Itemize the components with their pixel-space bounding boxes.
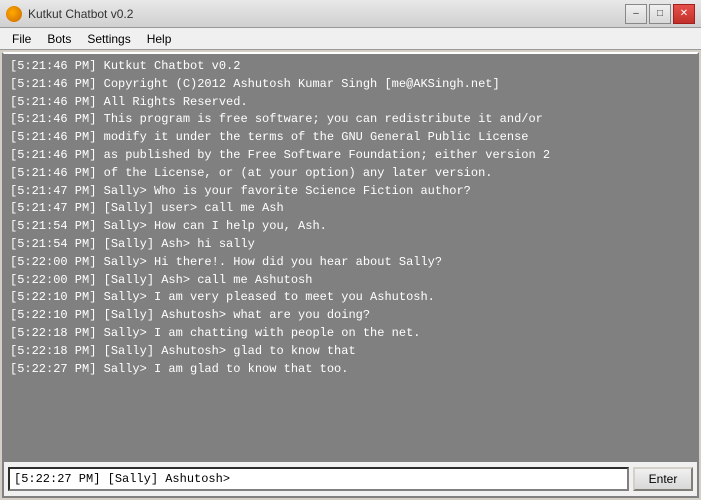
title-text: Kutkut Chatbot v0.2 (28, 7, 133, 21)
title-bar-left: Kutkut Chatbot v0.2 (6, 6, 133, 22)
chat-line: [5:21:46 PM] as published by the Free So… (10, 147, 691, 164)
menu-bar: FileBotsSettingsHelp (0, 28, 701, 50)
menu-item-settings[interactable]: Settings (79, 30, 138, 48)
enter-button[interactable]: Enter (633, 467, 693, 491)
main-window: [5:21:46 PM] Kutkut Chatbot v0.2[5:21:46… (2, 52, 699, 498)
chat-line: [5:22:00 PM] [Sally] Ash> call me Ashuto… (10, 272, 691, 289)
chat-line: [5:21:54 PM] Sally> How can I help you, … (10, 218, 691, 235)
chat-line: [5:22:00 PM] Sally> Hi there!. How did y… (10, 254, 691, 271)
maximize-button[interactable]: □ (649, 4, 671, 24)
chat-line: [5:21:46 PM] Kutkut Chatbot v0.2 (10, 58, 691, 75)
chat-line: [5:21:46 PM] Copyright (C)2012 Ashutosh … (10, 76, 691, 93)
chat-line: [5:22:10 PM] [Sally] Ashutosh> what are … (10, 307, 691, 324)
chat-line: [5:21:46 PM] modify it under the terms o… (10, 129, 691, 146)
chat-input[interactable] (8, 467, 629, 491)
menu-item-help[interactable]: Help (139, 30, 180, 48)
close-button[interactable]: ✕ (673, 4, 695, 24)
menu-item-bots[interactable]: Bots (39, 30, 79, 48)
menu-item-file[interactable]: File (4, 30, 39, 48)
title-bar-controls: – □ ✕ (625, 4, 695, 24)
chat-line: [5:21:46 PM] This program is free softwa… (10, 111, 691, 128)
chat-line: [5:22:10 PM] Sally> I am very pleased to… (10, 289, 691, 306)
chat-area[interactable]: [5:21:46 PM] Kutkut Chatbot v0.2[5:21:46… (4, 54, 697, 460)
minimize-button[interactable]: – (625, 4, 647, 24)
chat-line: [5:21:47 PM] Sally> Who is your favorite… (10, 183, 691, 200)
app-icon (6, 6, 22, 22)
chat-line: [5:21:46 PM] All Rights Reserved. (10, 94, 691, 111)
chat-line: [5:21:46 PM] of the License, or (at your… (10, 165, 691, 182)
chat-line: [5:22:27 PM] Sally> I am glad to know th… (10, 361, 691, 378)
chat-line: [5:21:54 PM] [Sally] Ash> hi sally (10, 236, 691, 253)
title-bar: Kutkut Chatbot v0.2 – □ ✕ (0, 0, 701, 28)
chat-line: [5:22:18 PM] Sally> I am chatting with p… (10, 325, 691, 342)
chat-line: [5:22:18 PM] [Sally] Ashutosh> glad to k… (10, 343, 691, 360)
input-area: Enter (4, 460, 697, 496)
chat-line: [5:21:47 PM] [Sally] user> call me Ash (10, 200, 691, 217)
